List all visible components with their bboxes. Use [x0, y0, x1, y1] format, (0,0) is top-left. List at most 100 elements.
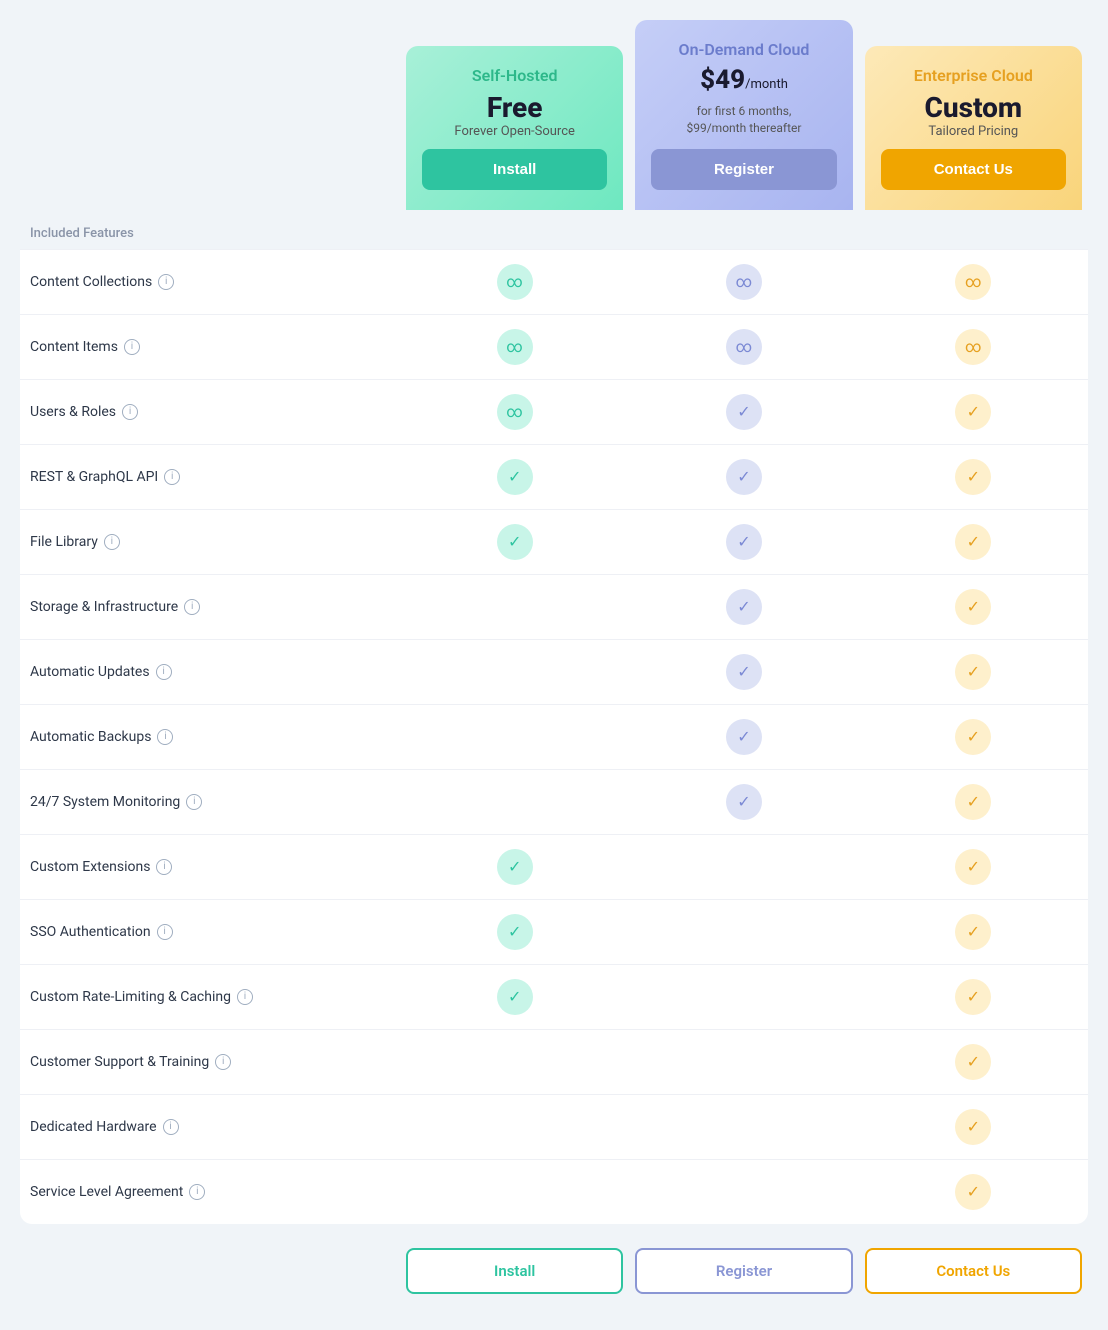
check-icon: ✓ — [955, 1174, 991, 1210]
infinity-icon: ∞ — [955, 329, 991, 365]
infinity-icon: ∞ — [726, 329, 762, 365]
check-icon: ✓ — [497, 524, 533, 560]
info-icon[interactable]: i — [156, 664, 172, 680]
check-icon: ✓ — [955, 784, 991, 820]
feature-name-2: Users & Rolesi — [20, 404, 400, 420]
feature-row: REST & GraphQL APIi ✓ ✓ ✓ — [20, 444, 1088, 509]
feature-name-6: Automatic Updatesi — [20, 664, 400, 680]
feature-cell-self-hosted: ✓ — [400, 524, 629, 560]
plan-name-self-hosted: Self-Hosted — [422, 66, 607, 85]
check-icon: ✓ — [726, 784, 762, 820]
check-icon: ✓ — [955, 524, 991, 560]
pricing-table: Self-Hosted Free Forever Open-Source Ins… — [0, 0, 1108, 1330]
feature-row: Automatic Updatesi ✓ ✓ — [20, 639, 1088, 704]
feature-cell-enterprise: ✓ — [859, 979, 1088, 1015]
infinity-icon: ∞ — [497, 264, 533, 300]
feature-row: Custom Extensionsi✓✓ — [20, 834, 1088, 899]
bottom-actions: Install Register Contact Us — [20, 1224, 1088, 1310]
feature-name-4: File Libraryi — [20, 534, 400, 550]
infinity-icon: ∞ — [497, 329, 533, 365]
table-header: Self-Hosted Free Forever Open-Source Ins… — [20, 20, 1088, 210]
check-icon: ✓ — [726, 654, 762, 690]
check-icon: ✓ — [726, 589, 762, 625]
feature-cell-self-hosted: ✓ — [400, 849, 629, 885]
info-icon[interactable]: i — [158, 274, 174, 290]
plan-name-enterprise: Enterprise Cloud — [881, 66, 1066, 85]
feature-name-10: SSO Authenticationi — [20, 924, 400, 940]
check-icon: ✓ — [497, 979, 533, 1015]
feature-name-3: REST & GraphQL APIi — [20, 469, 400, 485]
plan-price-self-hosted: Free — [422, 91, 607, 124]
feature-row: Storage & Infrastructurei ✓ ✓ — [20, 574, 1088, 639]
info-icon[interactable]: i — [189, 1184, 205, 1200]
check-icon: ✓ — [955, 589, 991, 625]
feature-name-5: Storage & Infrastructurei — [20, 599, 400, 615]
infinity-icon: ∞ — [726, 264, 762, 300]
feature-cell-on-demand: ✓ — [629, 654, 858, 690]
feature-cell-on-demand: ✓ — [629, 784, 858, 820]
check-icon: ✓ — [955, 1109, 991, 1145]
check-icon: ✓ — [726, 719, 762, 755]
register-button-bottom[interactable]: Register — [635, 1248, 852, 1294]
feature-cell-self-hosted: ✓ — [400, 914, 629, 950]
check-icon: ✓ — [497, 459, 533, 495]
feature-cell-enterprise: ✓ — [859, 654, 1088, 690]
check-icon: ✓ — [955, 654, 991, 690]
features-section: Content Collectionsi∞∞∞Content Itemsi∞∞∞… — [20, 249, 1088, 1224]
feature-name-8: 24/7 System Monitoringi — [20, 794, 400, 810]
plan-price-sub-on-demand: for first 6 months,$99/month thereafter — [651, 103, 836, 137]
plan-name-on-demand: On-Demand Cloud — [651, 40, 836, 59]
info-icon[interactable]: i — [104, 534, 120, 550]
info-icon[interactable]: i — [124, 339, 140, 355]
register-button-top[interactable]: Register — [651, 149, 836, 190]
check-icon: ✓ — [955, 1044, 991, 1080]
feature-cell-enterprise: ✓ — [859, 1109, 1088, 1145]
feature-row: Dedicated Hardwarei✓ — [20, 1094, 1088, 1159]
feature-row: Custom Rate-Limiting & Cachingi✓✓ — [20, 964, 1088, 1029]
check-icon: ✓ — [955, 914, 991, 950]
info-icon[interactable]: i — [164, 469, 180, 485]
feature-row: 24/7 System Monitoringi ✓ ✓ — [20, 769, 1088, 834]
feature-cell-enterprise: ∞ — [859, 264, 1088, 300]
check-icon: ✓ — [955, 719, 991, 755]
section-label-row: Included Features — [20, 210, 1088, 249]
plan-card-self-hosted: Self-Hosted Free Forever Open-Source Ins… — [406, 46, 623, 210]
feature-row: Content Collectionsi∞∞∞ — [20, 249, 1088, 314]
feature-cell-enterprise: ✓ — [859, 1174, 1088, 1210]
check-icon: ✓ — [497, 849, 533, 885]
feature-row: File Libraryi✓✓✓ — [20, 509, 1088, 574]
feature-cell-self-hosted: ∞ — [400, 394, 629, 430]
contact-button-bottom[interactable]: Contact Us — [865, 1248, 1082, 1294]
feature-cell-on-demand: ✓ — [629, 459, 858, 495]
feature-name-9: Custom Extensionsi — [20, 859, 400, 875]
check-icon: ✓ — [726, 394, 762, 430]
feature-cell-enterprise: ∞ — [859, 329, 1088, 365]
check-icon: ✓ — [955, 394, 991, 430]
info-icon[interactable]: i — [156, 859, 172, 875]
feature-cell-enterprise: ✓ — [859, 914, 1088, 950]
feature-cell-self-hosted: ∞ — [400, 329, 629, 365]
install-button-top[interactable]: Install — [422, 149, 607, 190]
feature-name-7: Automatic Backupsi — [20, 729, 400, 745]
feature-name-12: Customer Support & Trainingi — [20, 1054, 400, 1070]
info-icon[interactable]: i — [157, 924, 173, 940]
contact-button-top[interactable]: Contact Us — [881, 149, 1066, 190]
info-icon[interactable]: i — [237, 989, 253, 1005]
infinity-icon: ∞ — [497, 394, 533, 430]
infinity-icon: ∞ — [955, 264, 991, 300]
install-button-bottom[interactable]: Install — [406, 1248, 623, 1294]
info-icon[interactable]: i — [163, 1119, 179, 1135]
feature-cell-enterprise: ✓ — [859, 394, 1088, 430]
info-icon[interactable]: i — [215, 1054, 231, 1070]
feature-cell-enterprise: ✓ — [859, 1044, 1088, 1080]
feature-name-1: Content Itemsi — [20, 339, 400, 355]
plan-card-on-demand: On-Demand Cloud $49/month for first 6 mo… — [635, 20, 852, 210]
check-icon: ✓ — [726, 459, 762, 495]
info-icon[interactable]: i — [184, 599, 200, 615]
info-icon[interactable]: i — [122, 404, 138, 420]
feature-row: SSO Authenticationi✓✓ — [20, 899, 1088, 964]
info-icon[interactable]: i — [186, 794, 202, 810]
feature-cell-on-demand: ✓ — [629, 589, 858, 625]
feature-cell-enterprise: ✓ — [859, 459, 1088, 495]
info-icon[interactable]: i — [157, 729, 173, 745]
